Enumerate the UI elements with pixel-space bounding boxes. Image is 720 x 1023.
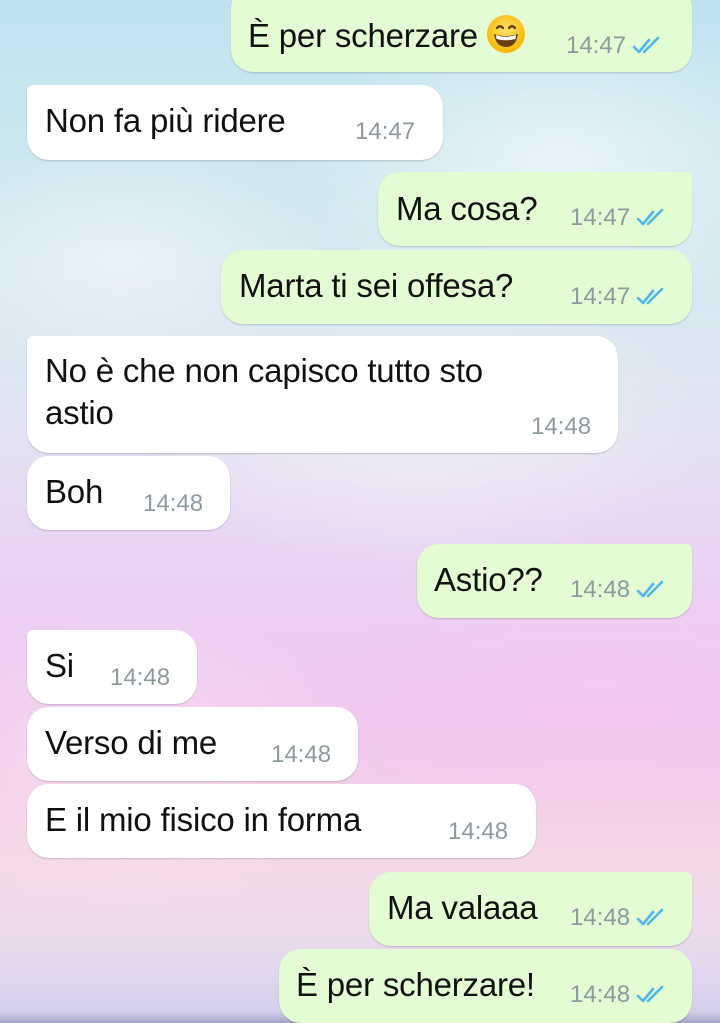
- double-check-icon: [636, 287, 664, 305]
- outgoing-message[interactable]: Ma cosa? 14:47: [378, 172, 692, 246]
- outgoing-message[interactable]: Marta ti sei offesa? 14:47: [221, 250, 692, 324]
- outgoing-message[interactable]: Ma valaaa 14:48: [369, 872, 692, 946]
- double-check-icon: [632, 36, 660, 54]
- double-check-icon: [636, 208, 664, 226]
- message-time: 14:48: [570, 904, 631, 931]
- message-time: 14:48: [448, 818, 509, 845]
- incoming-message[interactable]: Verso di me 14:48: [27, 707, 358, 781]
- outgoing-message[interactable]: Astio?? 14:48: [417, 544, 692, 618]
- message-text: Verso di me: [45, 724, 218, 761]
- message-time: 14:48: [110, 664, 171, 691]
- incoming-message[interactable]: Si 14:48: [27, 630, 197, 704]
- message-time: 14:47: [566, 32, 627, 59]
- outgoing-message[interactable]: È per scherzare 14:47: [231, 0, 692, 72]
- message-text: È per scherzare!: [296, 966, 535, 1003]
- message-time: 14:48: [570, 576, 631, 603]
- double-check-icon: [636, 580, 664, 598]
- message-time: 14:48: [271, 741, 332, 768]
- message-time: 14:47: [570, 283, 631, 310]
- message-time: 14:48: [570, 981, 631, 1008]
- outgoing-message[interactable]: È per scherzare! 14:48: [279, 949, 692, 1023]
- double-check-icon: [636, 985, 664, 1003]
- grinning-face-emoji-icon: [486, 14, 526, 54]
- message-text: È per scherzare: [248, 17, 478, 54]
- message-time: 14:48: [531, 413, 592, 440]
- message-time: 14:47: [570, 204, 631, 231]
- message-text: Ma cosa?: [396, 190, 538, 227]
- incoming-message[interactable]: No è che non capisco tutto sto astio 14:…: [27, 336, 618, 453]
- incoming-message[interactable]: Boh 14:48: [27, 456, 230, 530]
- message-text: Ma valaaa: [387, 889, 538, 926]
- message-text: E il mio fisico in forma: [45, 801, 362, 838]
- message-time: 14:47: [355, 118, 416, 145]
- message-text: Marta ti sei offesa?: [239, 267, 514, 304]
- double-check-icon: [636, 908, 664, 926]
- message-text-line: astio: [45, 394, 114, 431]
- message-text: Non fa più ridere: [45, 102, 286, 139]
- message-time: 14:48: [143, 490, 204, 517]
- incoming-message[interactable]: Non fa più ridere 14:47: [27, 85, 443, 160]
- message-text: Astio??: [434, 561, 543, 598]
- message-text: Boh: [45, 473, 104, 510]
- message-text-line: No è che non capisco tutto sto: [45, 352, 483, 389]
- incoming-message[interactable]: E il mio fisico in forma 14:48: [27, 784, 536, 858]
- message-text: Si: [45, 647, 74, 684]
